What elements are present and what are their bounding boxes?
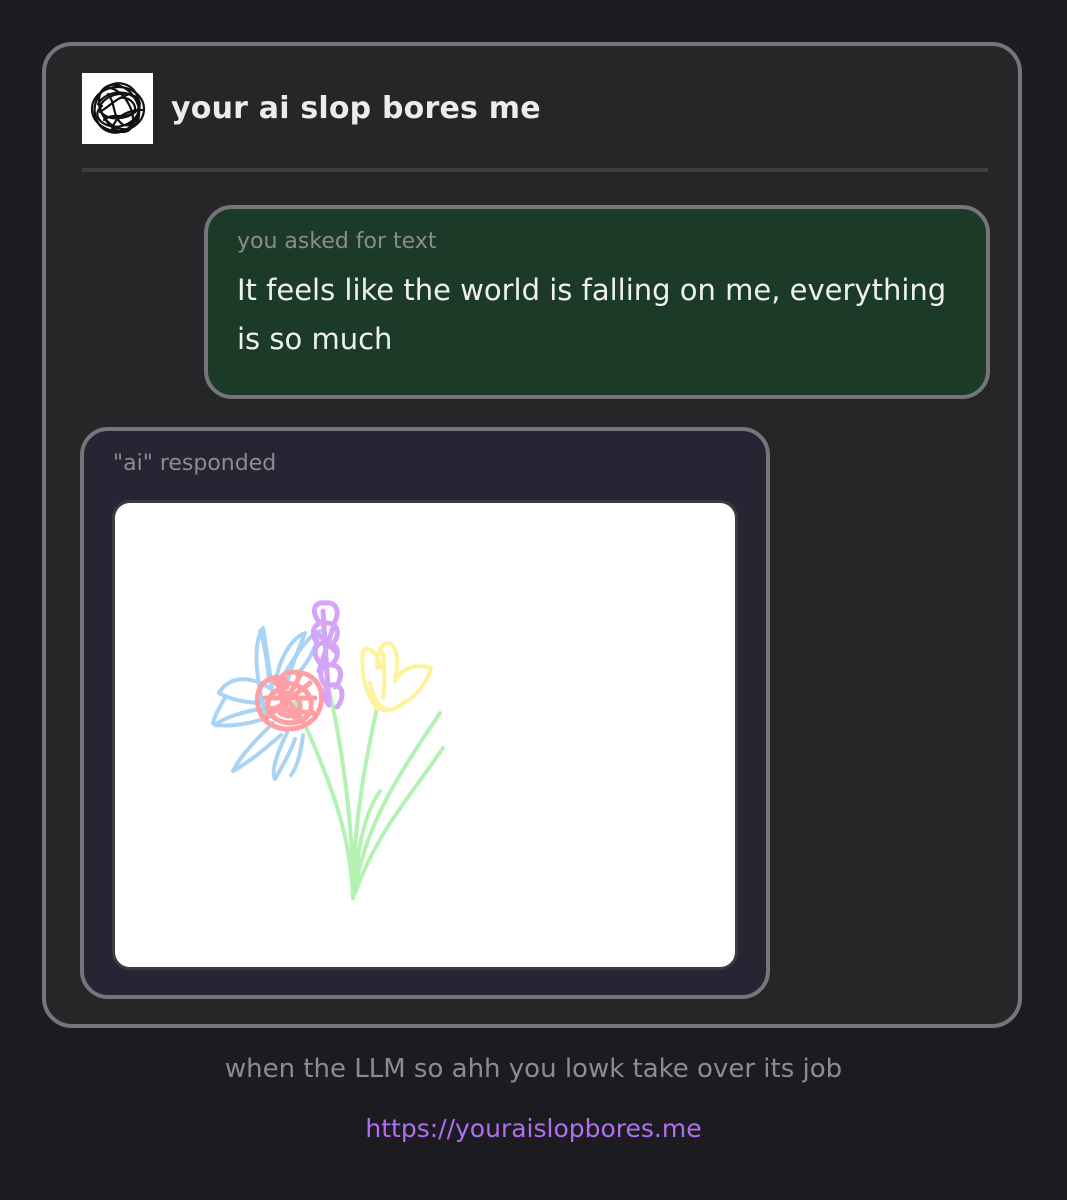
header: your ai slop bores me xyxy=(82,72,541,144)
page-title: your ai slop bores me xyxy=(171,90,541,126)
ai-bubble-label: "ai" responded xyxy=(113,451,277,476)
yellow-tulip xyxy=(360,641,433,713)
flower-stems xyxy=(293,691,445,900)
caption: when the LLM so ahh you lowk take over i… xyxy=(224,1054,843,1084)
ai-response-drawing xyxy=(112,500,738,970)
ai-response-bubble: "ai" responded xyxy=(80,427,770,999)
purple-flower xyxy=(310,600,345,710)
scribble-ball-icon xyxy=(90,82,145,134)
user-message-text: It feels like the world is falling on me… xyxy=(237,273,947,356)
user-message-bubble: you asked for text It feels like the wor… xyxy=(204,205,990,399)
logo xyxy=(82,72,153,144)
site-link[interactable]: https://youraislopbores.me xyxy=(0,1114,1067,1143)
header-divider xyxy=(82,168,988,172)
flower-bouquet-drawing xyxy=(211,600,445,900)
chat-card: your ai slop bores me you asked for text… xyxy=(42,42,1022,1028)
user-bubble-label: you asked for text xyxy=(237,229,437,254)
